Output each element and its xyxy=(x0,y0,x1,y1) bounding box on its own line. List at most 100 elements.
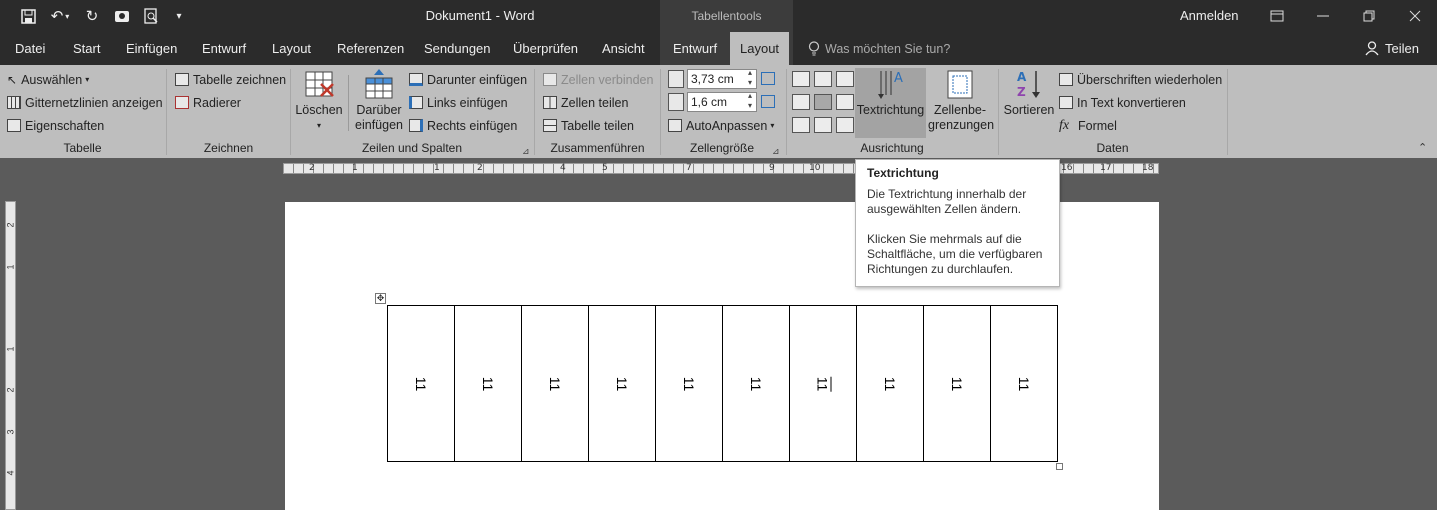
insert-left-button[interactable]: Links einfügen xyxy=(409,92,508,113)
table-cell[interactable]: 11 xyxy=(454,305,522,462)
align-center-icon[interactable] xyxy=(814,94,832,110)
minimize-icon[interactable] xyxy=(1300,0,1346,32)
table-cell[interactable]: 11 xyxy=(387,305,455,462)
table-cell[interactable]: 11 xyxy=(990,305,1058,462)
table-move-handle-icon[interactable]: ✥ xyxy=(375,293,386,304)
table-cell[interactable]: 11 xyxy=(521,305,589,462)
repeat-headers-icon xyxy=(1059,73,1073,86)
autofit-icon xyxy=(668,119,682,132)
cell-text: 11 xyxy=(547,376,563,391)
insert-above-icon xyxy=(363,68,395,100)
align-bottom-center-icon[interactable] xyxy=(814,117,832,133)
restore-icon[interactable] xyxy=(1346,0,1392,32)
table-cell[interactable]: 11 xyxy=(655,305,723,462)
collapse-ribbon-icon[interactable]: ⌃ xyxy=(1418,141,1427,154)
group-label-daten: Daten xyxy=(1096,141,1129,155)
split-table-button[interactable]: Tabelle teilen xyxy=(543,115,634,136)
column-width-icon xyxy=(668,93,684,111)
table-cell[interactable]: 11 xyxy=(856,305,924,462)
column-width-input[interactable]: 1,6 cm xyxy=(687,91,757,112)
tab-ansicht[interactable]: Ansicht xyxy=(602,32,645,65)
gridlines-label: Gitternetzlinien anzeigen xyxy=(25,95,163,110)
gridlines-button[interactable]: Gitternetzlinien anzeigen xyxy=(7,92,163,113)
delete-button[interactable]: Löschen ▾ xyxy=(295,68,343,133)
repeat-headers-button[interactable]: Überschriften wiederholen xyxy=(1059,69,1222,90)
ribbon-display-options-icon[interactable] xyxy=(1254,0,1300,32)
ribbon-tabs: Datei Start Einfügen Entwurf Layout Refe… xyxy=(0,32,1437,65)
align-top-right-icon[interactable] xyxy=(836,71,854,87)
svg-text:A: A xyxy=(1017,70,1027,84)
tab-table-design[interactable]: Entwurf xyxy=(673,32,717,65)
align-top-left-icon[interactable] xyxy=(792,71,810,87)
share-button[interactable]: Teilen xyxy=(1385,32,1419,65)
table-cell[interactable]: 11 xyxy=(923,305,991,462)
table-cell[interactable]: 11 xyxy=(722,305,790,462)
text-direction-icon: A xyxy=(875,68,907,100)
tab-start[interactable]: Start xyxy=(73,32,100,65)
align-center-right-icon[interactable] xyxy=(836,94,854,110)
ruler-number: 4 xyxy=(560,163,566,173)
draw-table-label: Tabelle zeichnen xyxy=(193,72,287,87)
align-center-left-icon[interactable] xyxy=(792,94,810,110)
text-direction-button[interactable]: A Textrichtung xyxy=(855,68,926,138)
align-bottom-right-icon[interactable] xyxy=(836,117,854,133)
tab-entwurf[interactable]: Entwurf xyxy=(202,32,246,65)
tab-einfuegen[interactable]: Einfügen xyxy=(126,32,177,65)
signin-link[interactable]: Anmelden xyxy=(1180,0,1239,32)
tab-referenzen[interactable]: Referenzen xyxy=(337,32,404,65)
tab-ueberpruefen[interactable]: Überprüfen xyxy=(513,32,578,65)
tell-me-box[interactable]: Was möchten Sie tun? xyxy=(825,32,950,65)
table-resize-handle[interactable] xyxy=(1056,463,1063,470)
ruler-number: 1 xyxy=(352,163,358,173)
eraser-button[interactable]: Radierer xyxy=(175,92,241,113)
dialog-launcher-icon[interactable]: ⊿ xyxy=(522,146,530,157)
select-label: Auswählen xyxy=(21,72,83,87)
sort-label: Sortieren xyxy=(1003,103,1055,117)
ruler-number: 2 xyxy=(5,222,16,228)
table-cell[interactable]: 11 xyxy=(789,305,857,462)
insert-right-button[interactable]: Rechts einfügen xyxy=(409,115,517,136)
tab-sendungen[interactable]: Sendungen xyxy=(424,32,491,65)
formula-label: Formel xyxy=(1078,118,1117,133)
group-label-tabelle: Tabelle xyxy=(63,141,102,155)
share-icon xyxy=(1365,41,1379,59)
row-height-input[interactable]: 3,73 cm xyxy=(687,68,757,89)
sort-button[interactable]: AZ Sortieren xyxy=(1003,68,1055,118)
insert-above-button[interactable]: Darüber einfügen xyxy=(353,68,405,133)
dialog-launcher-icon[interactable]: ⊿ xyxy=(772,146,780,157)
align-bottom-left-icon[interactable] xyxy=(792,117,810,133)
insert-below-button[interactable]: Darunter einfügen xyxy=(409,69,527,90)
ruler-number: 2 xyxy=(5,387,16,393)
draw-table-button[interactable]: Tabelle zeichnen xyxy=(175,69,286,90)
tab-datei[interactable]: Datei xyxy=(15,32,45,65)
vertical-ruler[interactable]: 2 1 1 2 3 4 xyxy=(5,201,16,510)
ruler-number: 4 xyxy=(5,470,16,476)
convert-to-text-button[interactable]: In Text konvertieren xyxy=(1059,92,1186,113)
merge-cells-button[interactable]: Zellen verbinden xyxy=(543,69,653,90)
delete-label: Löschen xyxy=(295,103,343,117)
tab-layout[interactable]: Layout xyxy=(272,32,311,65)
cell-margins-label-1: Zellenbe- xyxy=(933,103,987,117)
group-label-ausrichtung: Ausrichtung xyxy=(860,141,924,155)
repeat-headers-label: Überschriften wiederholen xyxy=(1077,72,1223,87)
distribute-rows-icon[interactable] xyxy=(761,72,775,85)
align-top-center-icon[interactable] xyxy=(814,71,832,87)
ruler-number: 10 xyxy=(809,163,821,173)
distribute-columns-icon[interactable] xyxy=(761,95,775,108)
cell-margins-button[interactable]: Zellenbe- grenzungen xyxy=(928,68,994,133)
properties-button[interactable]: Eigenschaften xyxy=(7,115,104,136)
close-icon[interactable] xyxy=(1392,0,1437,32)
split-cells-icon xyxy=(543,96,557,109)
select-button[interactable]: ↖ Auswählen ▾ xyxy=(7,69,89,90)
table[interactable]: 11 11 11 11 11 11 11 11 11 11 xyxy=(387,305,1058,462)
table-cell[interactable]: 11 xyxy=(588,305,656,462)
autofit-button[interactable]: AutoAnpassen ▾ xyxy=(668,115,774,136)
split-cells-button[interactable]: Zellen teilen xyxy=(543,92,628,113)
cell-text: 11 xyxy=(480,376,496,391)
insert-above-label-2: einfügen xyxy=(355,118,403,132)
split-table-label: Tabelle teilen xyxy=(561,118,634,133)
insert-right-icon xyxy=(409,119,423,132)
formula-button[interactable]: fx Formel xyxy=(1059,115,1117,136)
tab-table-layout[interactable]: Layout xyxy=(730,32,790,65)
divider xyxy=(348,75,349,131)
